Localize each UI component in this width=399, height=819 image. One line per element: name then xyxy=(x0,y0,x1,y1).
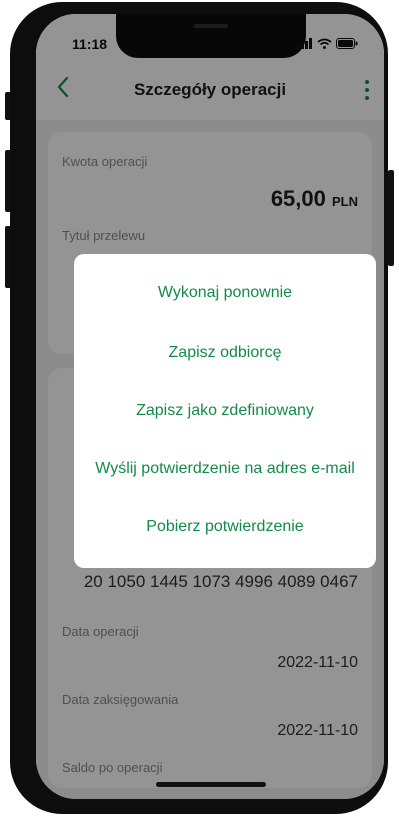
save-recipient-option[interactable]: Zapisz odbiorcę xyxy=(74,344,376,362)
action-menu-dialog: Wykonaj ponownie Zapisz odbiorcę Zapisz … xyxy=(74,254,376,568)
phone-frame: 11:18 Szczegóły operacji Kwota operacji … xyxy=(10,2,388,814)
home-indicator[interactable] xyxy=(156,782,266,787)
phone-screen: 11:18 Szczegóły operacji Kwota operacji … xyxy=(36,14,384,799)
email-confirmation-option[interactable]: Wyślij potwierdzenie na adres e-mail xyxy=(74,460,376,478)
side-button-power xyxy=(388,170,394,266)
download-confirmation-option[interactable]: Pobierz potwierdzenie xyxy=(74,518,376,536)
repeat-operation-option[interactable]: Wykonaj ponownie xyxy=(74,284,376,302)
save-as-defined-option[interactable]: Zapisz jako zdefiniowany xyxy=(74,402,376,420)
